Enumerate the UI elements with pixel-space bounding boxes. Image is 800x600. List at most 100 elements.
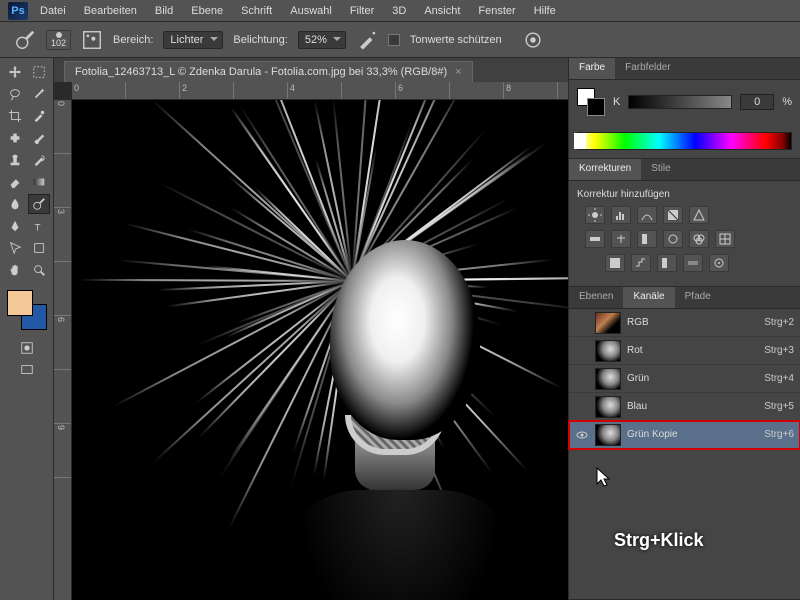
channel-shortcut: Strg+4	[764, 373, 794, 384]
hue-icon[interactable]	[585, 230, 605, 248]
hand-tool[interactable]	[4, 260, 26, 280]
channel-name: Rot	[627, 345, 758, 356]
shape-tool[interactable]	[28, 238, 50, 258]
screenmode-tool[interactable]	[16, 360, 38, 380]
bw-icon[interactable]	[637, 230, 657, 248]
menu-select[interactable]: Auswahl	[290, 5, 332, 17]
menu-file[interactable]: Datei	[40, 5, 66, 17]
visibility-icon[interactable]	[575, 400, 589, 414]
canvas-area[interactable]: 02468 0369	[54, 82, 568, 600]
eraser-tool[interactable]	[4, 172, 26, 192]
menu-layer[interactable]: Ebene	[191, 5, 223, 17]
color-spectrum[interactable]	[577, 132, 792, 150]
tab-adjustments[interactable]: Korrekturen	[569, 159, 641, 180]
protect-tones-checkbox[interactable]	[388, 34, 400, 46]
stamp-tool[interactable]	[4, 150, 26, 170]
airbrush-icon[interactable]	[356, 29, 378, 51]
photo-filter-icon[interactable]	[663, 230, 683, 248]
k-value[interactable]: 0	[740, 94, 774, 110]
pen-tool[interactable]	[4, 216, 26, 236]
marquee-tool[interactable]	[28, 62, 50, 82]
lasso-tool[interactable]	[4, 84, 26, 104]
menu-view[interactable]: Ansicht	[424, 5, 460, 17]
tab-color[interactable]: Farbe	[569, 58, 615, 79]
heal-tool[interactable]	[4, 128, 26, 148]
threshold-icon[interactable]	[657, 254, 677, 272]
channel-shortcut: Strg+3	[764, 345, 794, 356]
dodge-tool-icon[interactable]	[14, 29, 36, 51]
pct-label: %	[782, 96, 792, 108]
channel-name: Grün Kopie	[627, 429, 758, 440]
tab-layers[interactable]: Ebenen	[569, 287, 623, 308]
type-tool[interactable]: T	[28, 216, 50, 236]
exposure-icon[interactable]	[663, 206, 683, 224]
brush-tool[interactable]	[28, 128, 50, 148]
channel-thumb	[595, 424, 621, 446]
channel-row[interactable]: Grün Kopie Strg+6	[569, 421, 800, 449]
range-dropdown[interactable]: Lichter	[163, 31, 223, 49]
tab-styles[interactable]: Stile	[641, 159, 680, 180]
mini-swatch[interactable]	[577, 88, 605, 116]
close-tab-icon[interactable]: ×	[455, 66, 461, 78]
channel-row[interactable]: RGBStrg+2	[569, 309, 800, 337]
menu-filter[interactable]: Filter	[350, 5, 374, 17]
channel-row[interactable]: Rot Strg+3	[569, 337, 800, 365]
channel-mixer-icon[interactable]	[689, 230, 709, 248]
channel-thumb	[595, 340, 621, 362]
gradient-map-icon[interactable]	[683, 254, 703, 272]
brush-size-picker[interactable]: 102	[46, 30, 71, 50]
annotation-text: Strg+Klick	[614, 530, 704, 551]
menu-3d[interactable]: 3D	[392, 5, 406, 17]
k-slider[interactable]	[628, 95, 732, 109]
visibility-icon[interactable]	[575, 316, 589, 330]
curves-icon[interactable]	[637, 206, 657, 224]
channel-shortcut: Strg+6	[764, 429, 794, 440]
document-image	[72, 100, 568, 600]
adjustments-panel: KorrekturenStile Korrektur hinzufügen	[569, 159, 800, 287]
eyedropper-tool[interactable]	[28, 106, 50, 126]
history-brush-tool[interactable]	[28, 150, 50, 170]
menu-help[interactable]: Hilfe	[534, 5, 556, 17]
selective-icon[interactable]	[709, 254, 729, 272]
posterize-icon[interactable]	[631, 254, 651, 272]
channel-row[interactable]: GrünStrg+4	[569, 365, 800, 393]
tab-paths[interactable]: Pfade	[675, 287, 721, 308]
toolbox: T	[0, 58, 54, 600]
tab-swatches[interactable]: Farbfelder	[615, 58, 681, 79]
blur-tool[interactable]	[4, 194, 26, 214]
brightness-icon[interactable]	[585, 206, 605, 224]
channel-thumb	[595, 312, 621, 334]
tab-channels[interactable]: Kanäle	[623, 287, 674, 308]
balance-icon[interactable]	[611, 230, 631, 248]
gradient-tool[interactable]	[28, 172, 50, 192]
path-select-tool[interactable]	[4, 238, 26, 258]
menu-image[interactable]: Bild	[155, 5, 173, 17]
options-bar: 102 Bereich: Lichter Belichtung: 52% Ton…	[0, 22, 800, 58]
dodge-tool[interactable]	[28, 194, 50, 214]
channel-row[interactable]: BlauStrg+5	[569, 393, 800, 421]
color-swatches[interactable]	[7, 290, 47, 330]
visibility-icon[interactable]	[575, 344, 589, 358]
crop-tool[interactable]	[4, 106, 26, 126]
brush-panel-icon[interactable]	[81, 29, 103, 51]
pressure-icon[interactable]	[522, 29, 544, 51]
visibility-icon[interactable]	[575, 372, 589, 386]
quickmask-tool[interactable]	[16, 338, 38, 358]
document-tab-bar: Fotolia_12463713_L © Zdenka Darula - Fot…	[54, 58, 568, 82]
menu-type[interactable]: Schrift	[241, 5, 272, 17]
menu-window[interactable]: Fenster	[478, 5, 515, 17]
zoom-tool[interactable]	[28, 260, 50, 280]
levels-icon[interactable]	[611, 206, 631, 224]
vibrance-icon[interactable]	[689, 206, 709, 224]
invert-icon[interactable]	[605, 254, 625, 272]
color-panel: FarbeFarbfelder K 0 %	[569, 58, 800, 159]
lookup-icon[interactable]	[715, 230, 735, 248]
channel-shortcut: Strg+2	[764, 317, 794, 328]
document-tab[interactable]: Fotolia_12463713_L © Zdenka Darula - Fot…	[64, 61, 473, 82]
move-tool[interactable]	[4, 62, 26, 82]
visibility-icon[interactable]	[575, 428, 589, 442]
k-label: K	[613, 96, 620, 108]
wand-tool[interactable]	[28, 84, 50, 104]
exposure-dropdown[interactable]: 52%	[298, 31, 346, 49]
menu-edit[interactable]: Bearbeiten	[84, 5, 137, 17]
